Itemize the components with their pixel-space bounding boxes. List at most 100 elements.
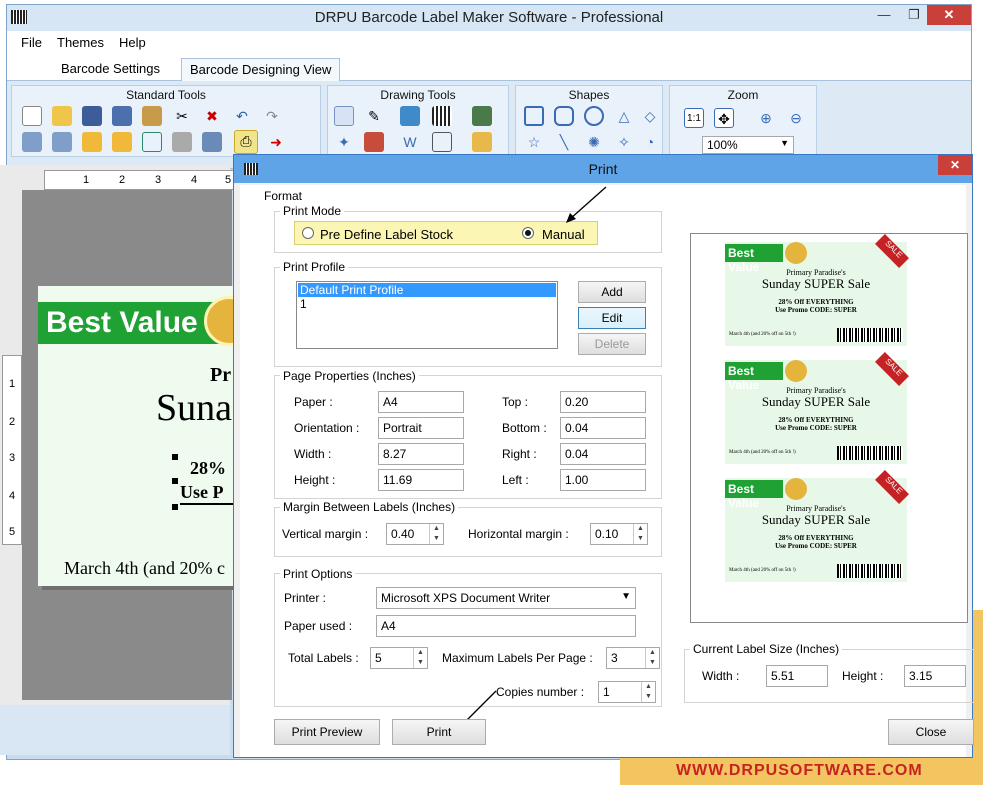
pen-icon[interactable]: ✎ bbox=[364, 106, 384, 126]
selection-handle[interactable] bbox=[172, 454, 178, 460]
spinner-icon[interactable]: ▲ ▼ bbox=[645, 648, 659, 668]
height-field[interactable]: 11.69 bbox=[378, 469, 464, 491]
zoom-in-icon[interactable]: ⊕ bbox=[756, 108, 776, 128]
vertical-margin-field[interactable]: 0.40 ▲ ▼ bbox=[386, 523, 444, 545]
spinner-icon[interactable]: ▲ ▼ bbox=[641, 682, 655, 702]
ruler-left: 1 2 3 4 5 bbox=[2, 355, 22, 545]
duplicate-icon[interactable] bbox=[52, 132, 72, 152]
orientation-field[interactable]: Portrait bbox=[378, 417, 464, 439]
undo-icon[interactable]: ↶ bbox=[232, 106, 252, 126]
zoom-out-icon[interactable]: ⊖ bbox=[786, 108, 806, 128]
frame-icon[interactable] bbox=[432, 132, 452, 152]
rounded-rectangle-icon[interactable] bbox=[554, 106, 574, 126]
top-field[interactable]: 0.20 bbox=[560, 391, 646, 413]
shapes-fill-icon[interactable] bbox=[472, 132, 492, 152]
profile-item-selected[interactable]: Default Print Profile bbox=[298, 283, 556, 297]
spinner-icon[interactable]: ▲ ▼ bbox=[633, 524, 647, 544]
spinner-icon[interactable]: ▲ ▼ bbox=[413, 648, 427, 668]
signature-icon[interactable] bbox=[472, 106, 492, 126]
zoom-select[interactable]: 100% ▼ bbox=[702, 136, 794, 154]
rectangle-icon[interactable] bbox=[524, 106, 544, 126]
close-window-button[interactable]: ✕ bbox=[927, 5, 971, 25]
open-icon[interactable] bbox=[52, 106, 72, 126]
menu-themes[interactable]: Themes bbox=[57, 35, 104, 50]
triangle-icon[interactable]: △ bbox=[614, 106, 634, 126]
copy-icon[interactable] bbox=[22, 132, 42, 152]
unlock-icon[interactable] bbox=[112, 132, 132, 152]
four-point-star-icon[interactable]: ✧ bbox=[614, 132, 634, 152]
left-field[interactable]: 1.00 bbox=[560, 469, 646, 491]
max-labels-field[interactable]: 3 ▲ ▼ bbox=[606, 647, 660, 669]
text-icon[interactable] bbox=[334, 106, 354, 126]
printer-select[interactable]: Microsoft XPS Document Writer ▼ bbox=[376, 587, 636, 609]
add-button[interactable]: Add bbox=[578, 281, 646, 303]
lock-icon[interactable] bbox=[82, 132, 102, 152]
barcode-icon[interactable] bbox=[432, 106, 452, 126]
diamond-icon[interactable]: ◇ bbox=[640, 106, 660, 126]
redo-icon[interactable]: ↷ bbox=[262, 106, 282, 126]
label-design-card[interactable]: Best Value Pr Suna 28% Use P March 4th (… bbox=[38, 286, 234, 586]
export-icon[interactable]: ➜ bbox=[266, 132, 286, 152]
tab-barcode-designing-view[interactable]: Barcode Designing View bbox=[181, 58, 341, 81]
edit-button[interactable]: Edit bbox=[578, 307, 646, 329]
radio-manual[interactable] bbox=[522, 227, 534, 239]
label-title-text[interactable]: Suna bbox=[156, 386, 232, 430]
print-icon[interactable]: ⎙ bbox=[234, 130, 258, 154]
delete-icon[interactable]: ✖ bbox=[202, 106, 222, 126]
horizontal-margin-field[interactable]: 0.10 ▲ ▼ bbox=[590, 523, 648, 545]
selection-handle[interactable] bbox=[172, 478, 178, 484]
line-icon[interactable]: ╲ bbox=[554, 132, 574, 152]
image-icon[interactable] bbox=[202, 132, 222, 152]
profile-item[interactable]: 1 bbox=[300, 297, 307, 311]
puzzle-icon[interactable]: ✦ bbox=[334, 132, 354, 152]
total-labels-field[interactable]: 5 ▲ ▼ bbox=[370, 647, 428, 669]
close-button[interactable]: Close bbox=[888, 719, 974, 745]
current-height-field[interactable]: 3.15 bbox=[904, 665, 966, 687]
fit-page-icon[interactable]: ✥ bbox=[714, 108, 734, 128]
close-icon[interactable]: ✕ bbox=[938, 155, 972, 175]
save-icon[interactable] bbox=[82, 106, 102, 126]
label-store-text[interactable]: Pr bbox=[210, 364, 231, 387]
database-icon[interactable] bbox=[172, 132, 192, 152]
label-date-text[interactable]: March 4th (and 20% c bbox=[64, 558, 225, 579]
watermark-icon[interactable]: W bbox=[400, 132, 420, 152]
width-field[interactable]: 8.27 bbox=[378, 443, 464, 465]
picture-icon[interactable] bbox=[400, 106, 420, 126]
menu-file[interactable]: File bbox=[21, 35, 42, 50]
actual-size-icon[interactable]: 1:1 bbox=[684, 108, 704, 128]
seal-icon bbox=[785, 242, 807, 264]
paper-used-field[interactable]: A4 bbox=[376, 615, 636, 637]
cut-icon[interactable]: ✂ bbox=[172, 106, 192, 126]
selection-handle[interactable] bbox=[172, 504, 178, 510]
zoom-group: Zoom 1:1 ✥ ⊕ ⊖ 100% ▼ bbox=[669, 85, 817, 157]
current-width-field[interactable]: 5.51 bbox=[766, 665, 828, 687]
tab-barcode-settings[interactable]: Barcode Settings bbox=[53, 58, 168, 81]
arc-icon[interactable]: ◔ bbox=[640, 132, 660, 152]
group-title: Zoom bbox=[727, 88, 759, 102]
current-width-label: Width : bbox=[702, 669, 740, 683]
label-promo-text[interactable]: Use P bbox=[180, 482, 234, 505]
bottom-field[interactable]: 0.04 bbox=[560, 417, 646, 439]
paper-field[interactable]: A4 bbox=[378, 391, 464, 413]
print-preview-button[interactable]: Print Preview bbox=[274, 719, 380, 745]
maximize-button[interactable]: ❐ bbox=[899, 5, 929, 25]
library-icon[interactable] bbox=[364, 132, 384, 152]
minimize-button[interactable]: — bbox=[869, 5, 899, 25]
ellipse-icon[interactable] bbox=[584, 106, 604, 126]
spinner-icon[interactable]: ▲ ▼ bbox=[429, 524, 443, 544]
copies-field[interactable]: 1 ▲ ▼ bbox=[598, 681, 656, 703]
radio-manual-label[interactable]: Manual bbox=[542, 227, 585, 242]
grid-icon[interactable] bbox=[142, 132, 162, 152]
star-icon[interactable]: ☆ bbox=[524, 132, 544, 152]
burst-icon[interactable]: ✺ bbox=[584, 132, 604, 152]
right-field[interactable]: 0.04 bbox=[560, 443, 646, 465]
radio-predefine-label[interactable]: Pre Define Label Stock bbox=[320, 227, 453, 242]
menu-help[interactable]: Help bbox=[119, 35, 146, 50]
new-icon[interactable] bbox=[22, 106, 42, 126]
delete-button[interactable]: Delete bbox=[578, 333, 646, 355]
label-offer-text[interactable]: 28% bbox=[190, 458, 226, 479]
paste-icon[interactable] bbox=[142, 106, 162, 126]
radio-predefine[interactable] bbox=[302, 227, 314, 239]
print-button[interactable]: Print bbox=[392, 719, 486, 745]
save-as-icon[interactable] bbox=[112, 106, 132, 126]
